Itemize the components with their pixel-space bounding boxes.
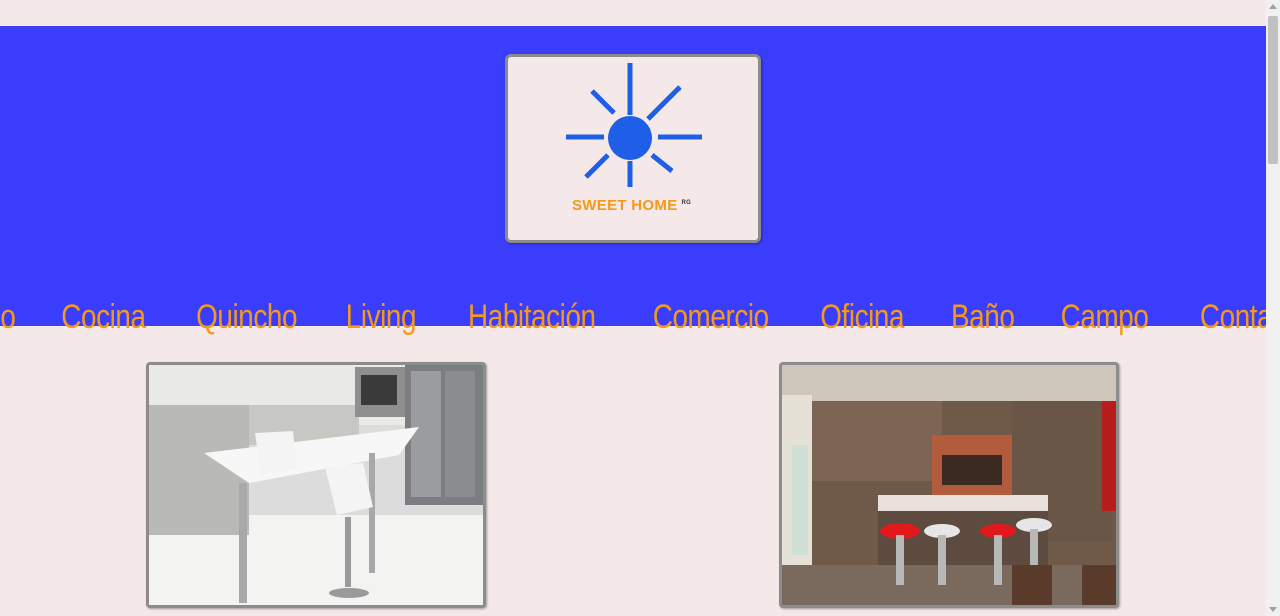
brand-superscript: RG	[681, 200, 692, 206]
nav-item-bano[interactable]: Baño	[950, 298, 1014, 337]
brand-name-text: SWEET HOME	[572, 197, 678, 214]
nav-item-inicio[interactable]: Inicio	[0, 298, 16, 337]
nav-item-oficina[interactable]: Oficina	[820, 298, 904, 337]
gallery-image-kitchen-wood[interactable]	[779, 362, 1119, 608]
scroll-down-icon[interactable]	[1268, 604, 1278, 614]
nav-item-campo[interactable]: Campo	[1061, 298, 1149, 337]
kitchen-white-photo	[149, 365, 483, 605]
scrollbar-thumb[interactable]	[1268, 16, 1278, 164]
nav-item-living[interactable]: Living	[346, 298, 417, 337]
top-strip	[0, 0, 1266, 26]
kitchen-wood-photo	[782, 365, 1116, 605]
scroll-up-icon[interactable]	[1268, 2, 1278, 12]
logo-card[interactable]: SWEET HOME RG	[505, 54, 761, 243]
nav-item-comercio[interactable]: Comercio	[652, 298, 768, 337]
gallery-image-kitchen-white[interactable]	[146, 362, 486, 608]
header-banner: SWEET HOMERG Inicio Cocina Quincho Livin…	[0, 26, 1280, 336]
brand-name: SWEET HOME RG	[572, 197, 712, 214]
main-nav: Inicio Cocina Quincho Living Habitación …	[0, 288, 1280, 346]
nav-item-quincho[interactable]: Quincho	[196, 298, 297, 337]
nav-item-cocina[interactable]: Cocina	[61, 298, 146, 337]
nav-item-habitacion[interactable]: Habitación	[468, 298, 596, 337]
